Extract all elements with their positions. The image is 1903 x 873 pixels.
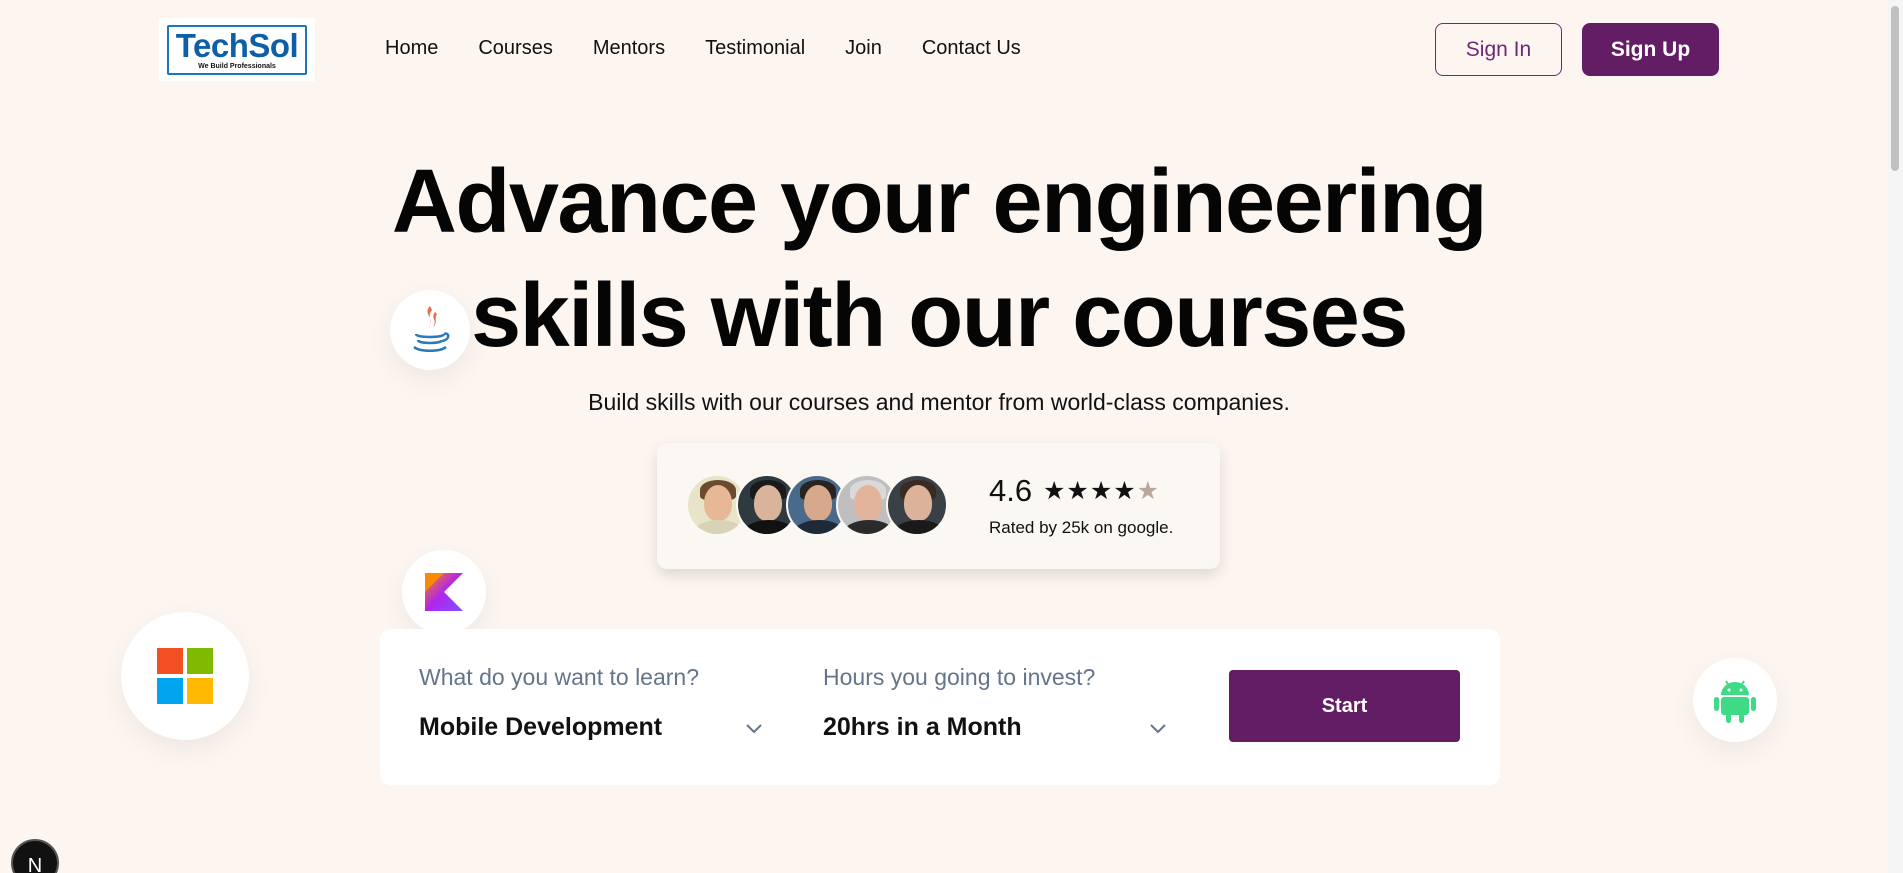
hours-label: Hours you going to invest?: [823, 664, 1096, 690]
hero-title-line2: skills with our courses: [471, 266, 1408, 366]
techsol-logo[interactable]: TechSol We Build Professionals: [159, 18, 315, 81]
learn-select-value: Mobile Development: [419, 713, 663, 741]
logo-frame: TechSol We Build Professionals: [167, 24, 307, 75]
hours-select-value: 20hrs in a Month: [823, 713, 1022, 741]
microsoft-icon: [121, 612, 249, 740]
scrollbar-thumb[interactable]: [1891, 6, 1899, 171]
java-icon: [390, 290, 470, 370]
logo-tagline: We Build Professionals: [198, 62, 276, 70]
hero-title-line1: Advance your engineering: [391, 152, 1488, 252]
sign-in-button[interactable]: Sign In: [1435, 23, 1562, 76]
star-rating: ★★★★★: [1043, 476, 1160, 506]
hours-select[interactable]: 20hrs in a Month: [823, 709, 1173, 749]
scrollbar[interactable]: [1887, 0, 1903, 873]
learn-select[interactable]: Mobile Development: [419, 709, 769, 749]
rating-value: 4.6: [989, 473, 1033, 508]
rating-note: Rated by 25k on google.: [989, 518, 1174, 537]
avatar: [886, 474, 948, 536]
chevron-down-icon: [746, 724, 762, 734]
hero-title: Advance your engineering skills with our…: [0, 145, 1878, 373]
nav-contact-us[interactable]: Contact Us: [922, 37, 1021, 60]
course-finder-panel: What do you want to learn? Mobile Develo…: [380, 629, 1500, 785]
android-icon: [1693, 658, 1777, 742]
rating-card: 4.6 ★★★★★ Rated by 25k on google.: [657, 443, 1220, 569]
nav-mentors[interactable]: Mentors: [593, 37, 665, 60]
start-button[interactable]: Start: [1229, 670, 1460, 742]
kotlin-icon: [402, 550, 486, 634]
learn-label: What do you want to learn?: [419, 664, 699, 690]
main-nav: Home Courses Mentors Testimonial Join Co…: [385, 37, 1061, 60]
nav-testimonial[interactable]: Testimonial: [705, 37, 805, 60]
chevron-down-icon: [1150, 724, 1166, 734]
sign-up-button[interactable]: Sign Up: [1582, 23, 1719, 76]
dev-badge[interactable]: N: [11, 839, 59, 873]
hero-subtitle: Build skills with our courses and mentor…: [588, 389, 1290, 415]
logo-text: TechSol: [175, 26, 299, 64]
stars-full: ★★★★: [1043, 477, 1137, 505]
nav-home[interactable]: Home: [385, 37, 438, 60]
nav-courses[interactable]: Courses: [478, 37, 552, 60]
star-half-icon: ★: [1136, 477, 1161, 505]
nav-join[interactable]: Join: [845, 37, 882, 60]
